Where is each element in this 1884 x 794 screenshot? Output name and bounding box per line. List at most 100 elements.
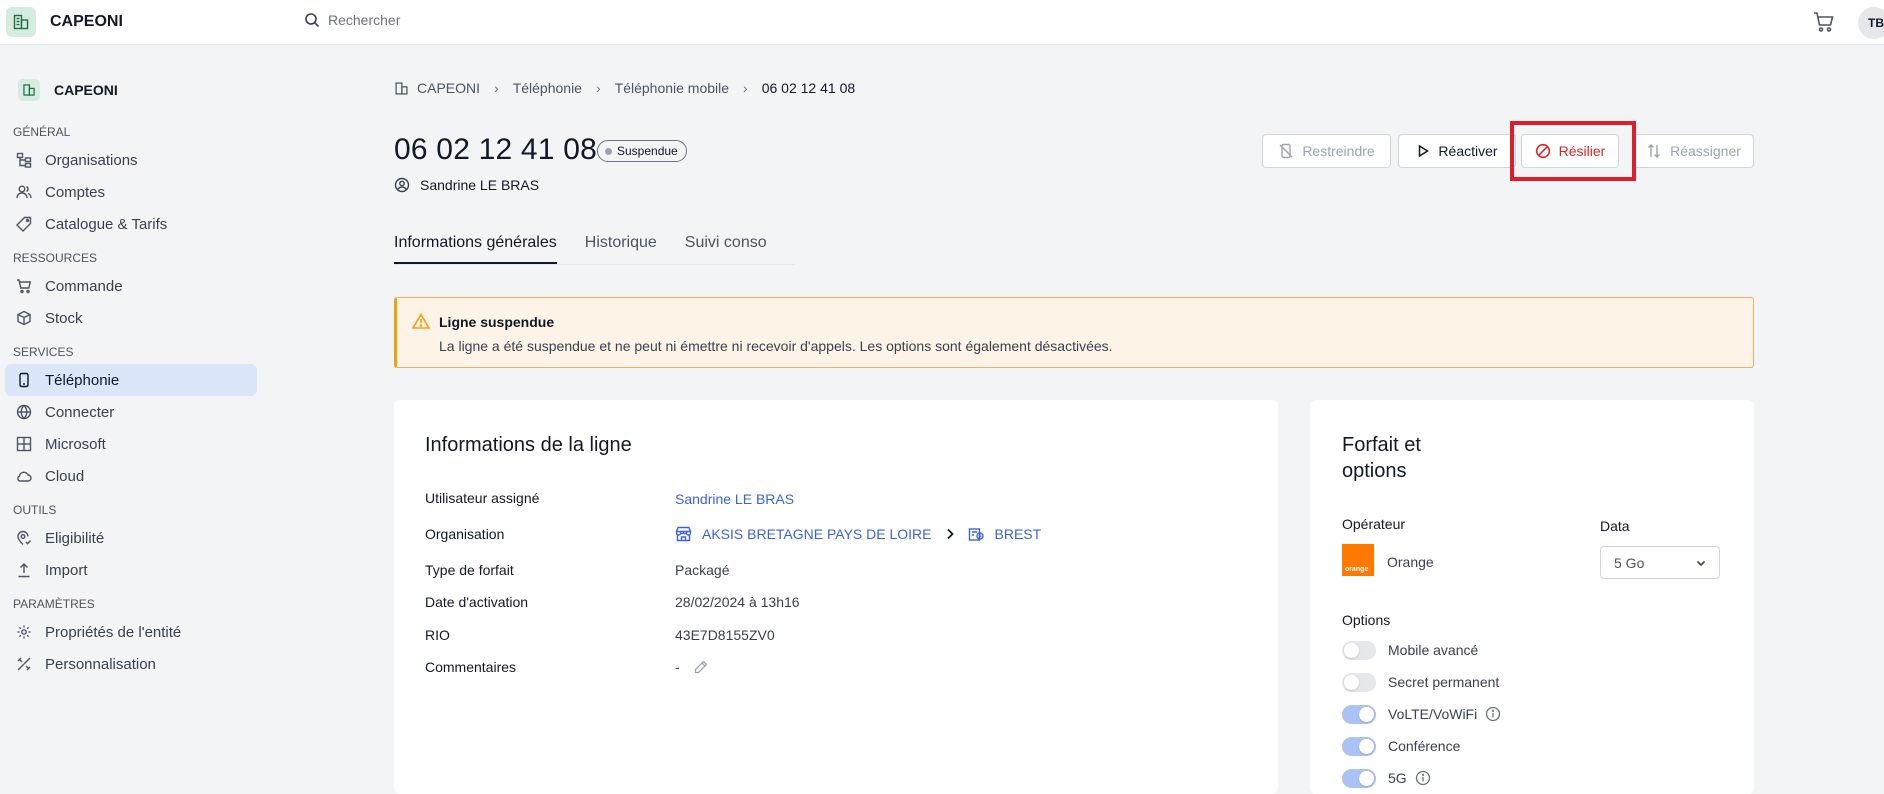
option-row: Secret permanent: [1342, 672, 1499, 692]
breadcrumb: CAPEONI › Téléphonie › Téléphonie mobile…: [394, 80, 855, 96]
sidebar-item-eligibilite[interactable]: Eligibilité: [5, 522, 257, 554]
pencil-icon[interactable]: [694, 660, 708, 674]
breadcrumb-item-org[interactable]: CAPEONI: [417, 80, 480, 96]
sidebar-org[interactable]: CAPEONI: [18, 78, 262, 102]
label-organisation: Organisation: [425, 526, 505, 542]
info-icon[interactable]: [1415, 770, 1431, 786]
cart-icon: [15, 277, 33, 295]
option-toggle-mobile-avance[interactable]: [1342, 640, 1376, 660]
tab-historique[interactable]: Historique: [585, 230, 657, 264]
option-row: Mobile avancé: [1342, 640, 1478, 660]
hierarchy-icon: [15, 151, 33, 169]
site-icon: [968, 526, 985, 542]
map-pin-icon: [15, 529, 33, 547]
warning-icon: [412, 313, 430, 329]
breadcrumb-item-current: 06 02 12 41 08: [761, 80, 856, 96]
tab-informations[interactable]: Informations générales: [394, 230, 557, 264]
cart-icon[interactable]: [1812, 10, 1836, 34]
breadcrumb-item-mobile[interactable]: Téléphonie mobile: [615, 80, 729, 96]
assigned-user: Sandrine LE BRAS: [394, 177, 539, 193]
sidebar-org-name: CAPEONI: [54, 82, 118, 98]
reassign-button[interactable]: Réassigner: [1633, 134, 1754, 168]
sidebar-item-import[interactable]: Import: [5, 554, 257, 586]
sidebar-item-organisations[interactable]: Organisations: [5, 144, 257, 176]
chevron-right-icon: ›: [595, 80, 601, 96]
option-toggle-5g[interactable]: [1342, 768, 1376, 788]
info-icon[interactable]: [1485, 706, 1501, 722]
assigned-user-link[interactable]: Sandrine LE BRAS: [675, 491, 794, 507]
chevron-right-icon: [946, 528, 954, 540]
label-plan-type: Type de forfait: [425, 562, 514, 578]
status-dot: [605, 147, 612, 155]
line-info-title: Informations de la ligne: [425, 434, 632, 456]
value-rio: 43E7D8155ZV0: [675, 627, 775, 643]
value-activation-date: 28/02/2024 à 13h16: [675, 594, 800, 610]
sidebar-item-microsoft[interactable]: Microsoft: [5, 428, 257, 460]
restrict-button[interactable]: Restreindre: [1262, 134, 1391, 168]
reactivate-button[interactable]: Réactiver: [1398, 134, 1516, 168]
sidebar-item-comptes[interactable]: Comptes: [5, 176, 257, 208]
sidebar-item-telephonie[interactable]: Téléphonie: [5, 364, 257, 396]
label-activation-date: Date d'activation: [425, 594, 529, 610]
search-input[interactable]: Rechercher: [328, 12, 400, 28]
tools-icon: [15, 655, 33, 673]
chevron-right-icon: ›: [494, 80, 499, 96]
globe-icon: [15, 403, 33, 421]
store-icon: [675, 526, 692, 542]
sidebar: CAPEONI GÉNÉRAL Organisations Comptes Ca…: [0, 45, 262, 794]
sidebar-item-proprietes[interactable]: Propriétés de l'entité: [5, 616, 257, 648]
page-title: 06 02 12 41 08: [394, 133, 597, 166]
org-child-link[interactable]: BREST: [968, 526, 1041, 542]
user-circle-icon: [394, 177, 410, 193]
sidebar-item-connecter[interactable]: Connecter: [5, 396, 257, 428]
sidebar-item-commande[interactable]: Commande: [5, 270, 257, 302]
value-organisation: AKSIS BRETAGNE PAYS DE LOIRE BREST: [675, 526, 1041, 542]
sidebar-section-services: SERVICES: [13, 345, 74, 359]
top-bar: CAPEONI Rechercher TB: [0, 0, 1884, 45]
option-row: 5G: [1342, 768, 1431, 788]
plan-title: Forfait et options: [1342, 434, 1421, 482]
alert-text: La ligne a été suspendue et ne peut ni é…: [439, 338, 1113, 354]
sidebar-item-cloud[interactable]: Cloud: [5, 460, 257, 492]
app-name: CAPEONI: [50, 13, 123, 30]
phone-icon: [15, 371, 33, 389]
value-comments: -: [675, 659, 708, 675]
gear-icon: [15, 623, 33, 641]
sidebar-item-catalogue[interactable]: Catalogue & Tarifs: [5, 208, 257, 240]
sidebar-item-stock[interactable]: Stock: [5, 302, 257, 334]
label-comments: Commentaires: [425, 659, 517, 675]
option-row: VoLTE/VoWiFi: [1342, 704, 1501, 724]
breadcrumb-item-telephonie[interactable]: Téléphonie: [513, 80, 582, 96]
phone-off-icon: [1278, 143, 1294, 159]
sidebar-section-outils: OUTILS: [13, 503, 57, 517]
tabs: Informations générales Historique Suivi …: [394, 230, 795, 265]
play-icon: [1416, 144, 1430, 158]
search-icon: [304, 12, 320, 28]
option-toggle-conference[interactable]: [1342, 736, 1376, 756]
option-row: Conférence: [1342, 736, 1460, 756]
brand[interactable]: CAPEONI: [6, 7, 123, 37]
operator-label: Opérateur: [1342, 516, 1406, 532]
alert-title: Ligne suspendue: [439, 314, 555, 330]
building-icon: [18, 79, 40, 101]
highlight-box: [1510, 121, 1636, 181]
users-icon: [15, 183, 33, 201]
tab-suivi-conso[interactable]: Suivi conso: [685, 230, 767, 264]
user-avatar[interactable]: TB: [1858, 7, 1884, 39]
status-badge: Suspendue: [597, 140, 687, 162]
operator-name: Orange: [1387, 554, 1434, 570]
suspension-alert: Ligne suspendue La ligne a été suspendue…: [394, 297, 1754, 368]
sidebar-item-personnalisation[interactable]: Personnalisation: [5, 648, 257, 680]
grid-icon: [15, 435, 33, 453]
building-icon: [394, 81, 409, 96]
upload-icon: [15, 561, 33, 579]
options-label: Options: [1342, 612, 1391, 628]
value-plan-type: Packagé: [675, 562, 730, 578]
option-toggle-secret-permanent[interactable]: [1342, 672, 1376, 692]
search-bar[interactable]: Rechercher: [304, 12, 400, 28]
value-user: Sandrine LE BRAS: [675, 491, 794, 507]
data-select[interactable]: 5 Go: [1600, 546, 1720, 579]
option-toggle-volte[interactable]: [1342, 704, 1376, 724]
cloud-icon: [15, 467, 33, 485]
org-parent-link[interactable]: AKSIS BRETAGNE PAYS DE LOIRE: [675, 526, 932, 542]
